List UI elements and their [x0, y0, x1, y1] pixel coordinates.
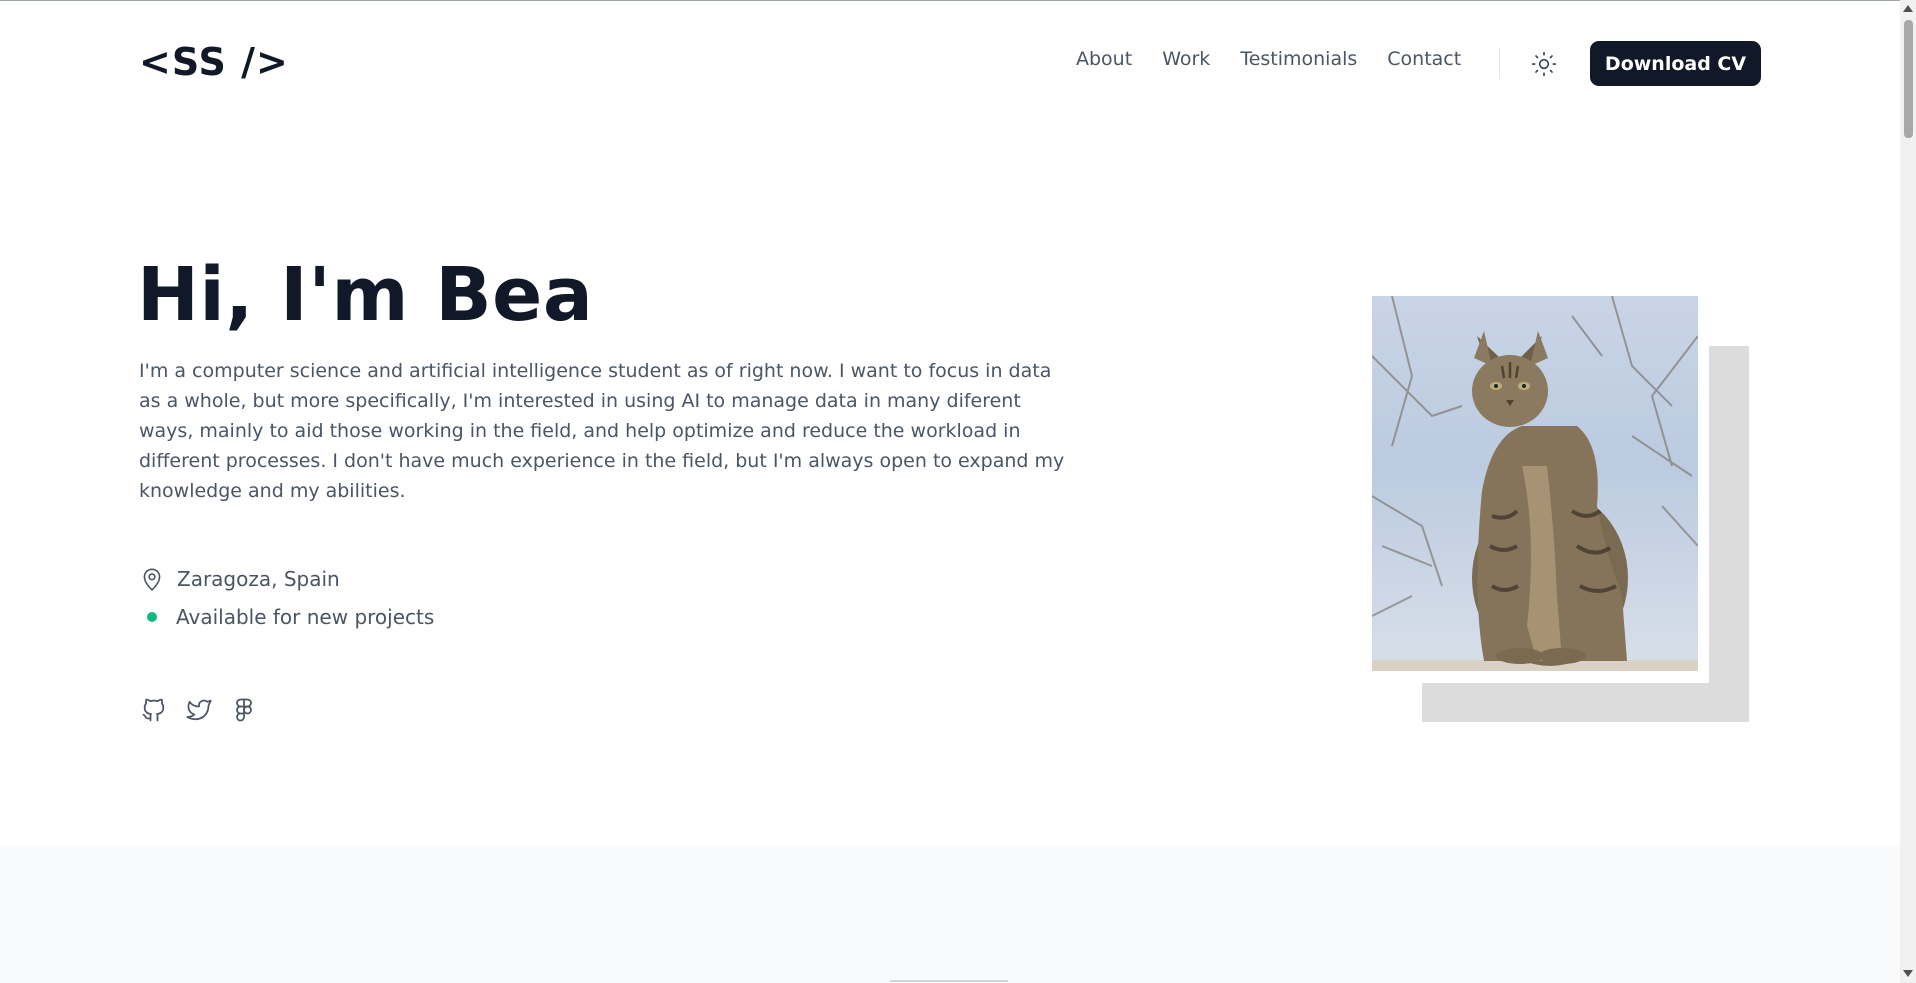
- download-cv-button[interactable]: Download CV: [1590, 41, 1761, 86]
- nav-testimonials[interactable]: Testimonials: [1240, 48, 1357, 70]
- nav-divider: [1499, 48, 1500, 79]
- main-nav: About Work Testimonials Contact: [1076, 48, 1491, 70]
- site-header: <SS /> About Work Testimonials Contact D…: [0, 0, 1900, 128]
- profile-photo: [1372, 296, 1698, 671]
- availability-row: Available for new projects: [139, 605, 434, 629]
- location-text: Zaragoza, Spain: [177, 567, 340, 591]
- scroll-down-arrow[interactable]: [1903, 970, 1913, 977]
- cat-illustration: [1372, 296, 1698, 671]
- figma-link[interactable]: [229, 695, 259, 725]
- social-links: [139, 695, 274, 725]
- next-section: [0, 846, 1900, 983]
- figma-icon: [236, 698, 252, 722]
- status-dot: [147, 612, 157, 622]
- section-divider: [890, 980, 1008, 982]
- hero-description: I'm a computer science and artificial in…: [139, 360, 1065, 502]
- theme-toggle-button[interactable]: [1528, 48, 1560, 80]
- nav-work[interactable]: Work: [1162, 48, 1210, 70]
- scroll-thumb[interactable]: [1904, 20, 1913, 138]
- github-link[interactable]: [139, 695, 169, 725]
- github-icon: [142, 698, 165, 722]
- twitter-link[interactable]: [184, 695, 214, 725]
- sun-icon: [1531, 51, 1557, 77]
- scrollbar[interactable]: [1900, 0, 1916, 983]
- map-pin-icon: [143, 568, 161, 591]
- location-row: Zaragoza, Spain: [139, 565, 340, 593]
- nav-about[interactable]: About: [1076, 48, 1132, 70]
- hero-title: Hi, I'm Bea: [137, 252, 594, 338]
- availability-text: Available for new projects: [176, 605, 435, 629]
- site-logo[interactable]: <SS />: [139, 40, 289, 84]
- twitter-icon: [186, 699, 212, 721]
- nav-contact[interactable]: Contact: [1387, 48, 1461, 70]
- scroll-up-arrow[interactable]: [1903, 5, 1913, 12]
